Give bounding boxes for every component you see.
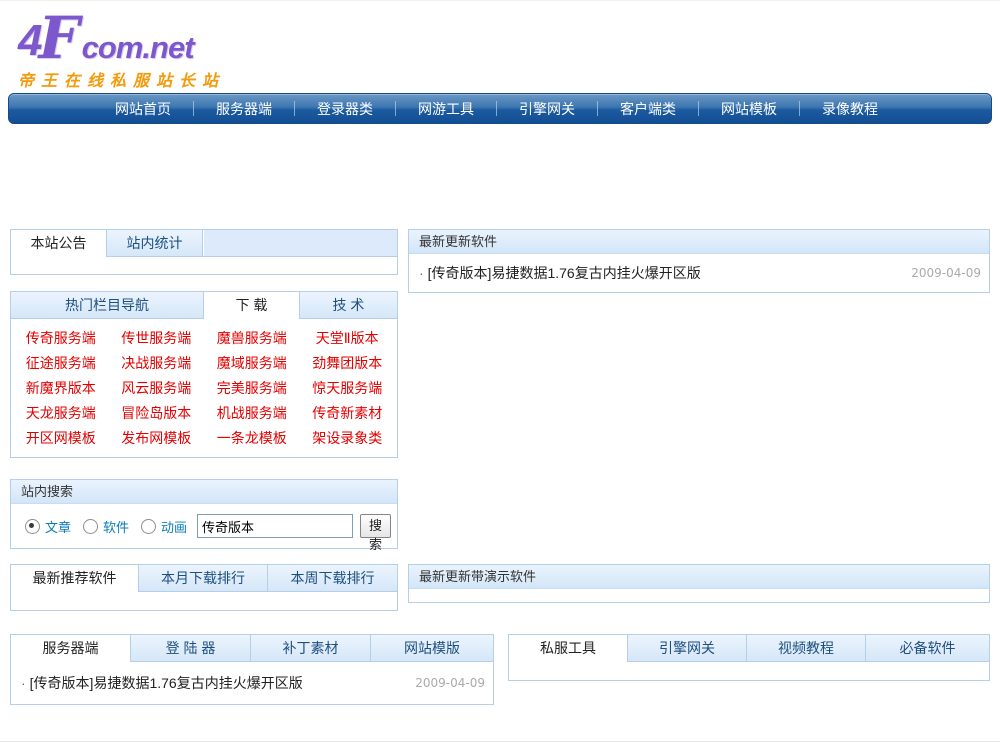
notice-body [11, 257, 397, 274]
tab-launcher[interactable]: 登 陆 器 [131, 635, 251, 661]
recommend-body [11, 592, 397, 610]
hot-link[interactable]: 机战服务端 [204, 401, 300, 426]
hot-link[interactable]: 魔域服务端 [204, 351, 300, 376]
hot-link[interactable]: 完美服务端 [204, 376, 300, 401]
radio-animation[interactable] [141, 519, 156, 534]
hot-link[interactable]: 决战服务端 [109, 351, 205, 376]
search-form: 文章 软件 动画 搜索 [11, 504, 397, 548]
nav-item-home[interactable]: 网站首页 [93, 99, 193, 119]
bottom-right-tabbar: 私服工具 引擎网关 视频教程 必备软件 [509, 635, 989, 662]
logo-f-glyph: F [38, 9, 79, 67]
software-item-link[interactable]: [传奇版本]易捷数据1.76复古内挂火爆开区版 [428, 263, 701, 283]
notice-tabbar: 本站公告 站内统计 [11, 230, 397, 257]
tab-hot-categories[interactable]: 热门栏目导航 [11, 292, 204, 318]
tab-video-tutorials[interactable]: 视频教程 [747, 635, 866, 661]
item-bullet: · [21, 675, 26, 691]
bottom-right-panel: 私服工具 引擎网关 视频教程 必备软件 [508, 634, 990, 681]
radio-animation-label[interactable]: 动画 [161, 517, 187, 536]
tab-engine-gateway[interactable]: 引擎网关 [628, 635, 747, 661]
nav-item-video-tutorial[interactable]: 录像教程 [800, 99, 900, 119]
nav-item-launcher[interactable]: 登录器类 [295, 99, 395, 119]
latest-software-title: 最新更新软件 [409, 230, 989, 254]
nav-item-client[interactable]: 客户端类 [598, 99, 698, 119]
tab-server-side[interactable]: 服务器端 [11, 635, 131, 662]
hot-link[interactable]: 征途服务端 [13, 351, 109, 376]
software-item-link[interactable]: [传奇版本]易捷数据1.76复古内挂火爆开区版 [30, 673, 303, 693]
logo-wordmark: 4Fcom.net [18, 9, 225, 63]
tab-tech[interactable]: 技 术 [300, 292, 397, 318]
tab-site-notice[interactable]: 本站公告 [11, 230, 107, 257]
notice-panel: 本站公告 站内统计 [10, 229, 398, 275]
hot-link[interactable]: 天龙服务端 [13, 401, 109, 426]
hot-link[interactable]: 传世服务端 [109, 326, 205, 351]
tab-essential-software[interactable]: 必备软件 [866, 635, 989, 661]
bottom-left-panel: 服务器端 登 陆 器 补丁素材 网站模版 · [传奇版本]易捷数据1.76复古内… [10, 634, 494, 705]
page-bottom-divider [0, 741, 1000, 742]
software-list-item: · [传奇版本]易捷数据1.76复古内挂火爆开区版 2009-04-09 [409, 254, 989, 292]
hot-link[interactable]: 开区网模板 [13, 426, 109, 451]
tab-latest-recommended[interactable]: 最新推荐软件 [11, 565, 139, 592]
hot-link[interactable]: 传奇新素材 [300, 401, 396, 426]
tab-site-templates[interactable]: 网站模版 [371, 635, 493, 661]
latest-demo-panel: 最新更新带演示软件 [408, 564, 990, 603]
hot-link[interactable]: 架设录象类 [300, 426, 396, 451]
latest-software-panel: 最新更新软件 · [传奇版本]易捷数据1.76复古内挂火爆开区版 2009-04… [408, 229, 990, 293]
hot-link[interactable]: 天堂Ⅱ版本 [300, 326, 396, 351]
radio-article[interactable] [25, 519, 40, 534]
hot-link[interactable]: 新魔界版本 [13, 376, 109, 401]
radio-article-label[interactable]: 文章 [45, 517, 71, 536]
hot-link[interactable]: 冒险岛版本 [109, 401, 205, 426]
recommend-tabbar: 最新推荐软件 本月下载排行 本周下载排行 [11, 565, 397, 592]
tabbar-filler [203, 230, 397, 256]
latest-demo-body [409, 589, 989, 602]
hot-nav-tabbar: 热门栏目导航 下 载 技 术 [11, 292, 397, 319]
recommend-panel: 最新推荐软件 本月下载排行 本周下载排行 [10, 564, 398, 611]
site-search-panel: 站内搜索 文章 软件 动画 搜索 [10, 479, 398, 549]
nav-item-server[interactable]: 服务器端 [194, 99, 294, 119]
tab-patch-material[interactable]: 补丁素材 [251, 635, 371, 661]
hot-link[interactable]: 传奇服务端 [13, 326, 109, 351]
tab-ps-tools[interactable]: 私服工具 [509, 635, 628, 662]
item-date: 2009-04-09 [415, 676, 485, 690]
nav-item-engine-gateway[interactable]: 引擎网关 [497, 99, 597, 119]
page: { "logo": { "digit": "4", "f": "F", "dom… [0, 0, 1000, 743]
hot-link[interactable]: 一条龙模板 [204, 426, 300, 451]
search-input[interactable] [197, 514, 353, 538]
search-button[interactable]: 搜索 [360, 514, 391, 538]
logo-domain: com.net [82, 32, 194, 63]
nav-item-site-template[interactable]: 网站模板 [699, 99, 799, 119]
bottom-right-body [509, 662, 989, 680]
tab-week-download-rank[interactable]: 本周下载排行 [268, 565, 397, 591]
radio-software[interactable] [83, 519, 98, 534]
hot-link[interactable]: 风云服务端 [109, 376, 205, 401]
hot-link[interactable]: 劲舞团版本 [300, 351, 396, 376]
tab-download[interactable]: 下 载 [204, 292, 300, 319]
hot-link[interactable]: 魔兽服务端 [204, 326, 300, 351]
logo-slogan: 帝王在线私服站长站 [18, 67, 225, 91]
item-bullet: · [419, 265, 424, 281]
software-list-item: · [传奇版本]易捷数据1.76复古内挂火爆开区版 2009-04-09 [11, 662, 493, 704]
main-nav: 网站首页 服务器端 登录器类 网游工具 引擎网关 客户端类 网站模板 录像教程 [8, 93, 992, 124]
hot-link[interactable]: 发布网模板 [109, 426, 205, 451]
tab-site-stats[interactable]: 站内统计 [107, 230, 203, 256]
nav-item-game-tools[interactable]: 网游工具 [396, 99, 496, 119]
latest-demo-title: 最新更新带演示软件 [409, 565, 989, 589]
hot-links-grid: 传奇服务端 传世服务端 魔兽服务端 天堂Ⅱ版本 征途服务端 决战服务端 魔域服务… [11, 319, 397, 457]
bottom-left-tabbar: 服务器端 登 陆 器 补丁素材 网站模版 [11, 635, 493, 662]
site-logo[interactable]: 4Fcom.net 帝王在线私服站长站 [18, 9, 225, 91]
radio-software-label[interactable]: 软件 [103, 517, 129, 536]
item-date: 2009-04-09 [911, 266, 981, 280]
tab-month-download-rank[interactable]: 本月下载排行 [139, 565, 268, 591]
search-panel-title: 站内搜索 [11, 480, 397, 504]
hot-link[interactable]: 惊天服务端 [300, 376, 396, 401]
hot-nav-panel: 热门栏目导航 下 载 技 术 传奇服务端 传世服务端 魔兽服务端 天堂Ⅱ版本 征… [10, 291, 398, 458]
